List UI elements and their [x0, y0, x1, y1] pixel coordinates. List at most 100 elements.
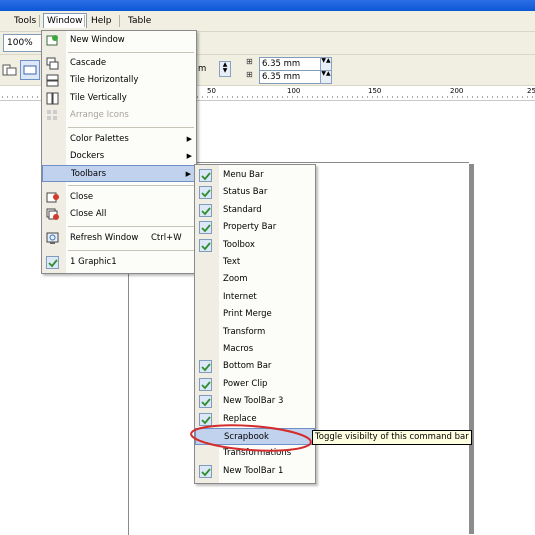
- menu-item-label: Text: [223, 257, 241, 267]
- menu-item-label: Arrange Icons: [70, 110, 129, 120]
- toolbar-item-transform[interactable]: Transform: [195, 324, 315, 341]
- ruler-tick-label: 50: [207, 87, 216, 95]
- window-menu: New Window Cascade Tile Horizontally Til…: [41, 30, 197, 274]
- toolbar-item-macros[interactable]: Macros: [195, 341, 315, 358]
- check-icon: [46, 256, 59, 269]
- menu-tools[interactable]: Tools: [11, 14, 39, 28]
- toolbar-item-property-bar[interactable]: Property Bar: [195, 219, 315, 236]
- toolbar-item-bottom-bar[interactable]: Bottom Bar: [195, 358, 315, 375]
- toolbar-item-menu-bar[interactable]: Menu Bar: [195, 167, 315, 184]
- ruler-tick-label: 200: [450, 87, 464, 95]
- check-icon: [199, 395, 212, 409]
- check-icon: [199, 221, 212, 235]
- x-spinner-icon[interactable]: ▼▲: [320, 57, 332, 71]
- arrange-icons-icon: [46, 109, 59, 122]
- menu-separator: [68, 226, 194, 227]
- toolbar-item-toolbox[interactable]: Toolbox: [195, 237, 315, 254]
- menu-item-label: Status Bar: [223, 187, 268, 198]
- menu-separator: [119, 15, 120, 27]
- nudge-x-icon: ⊞: [246, 57, 253, 66]
- menu-item-label: Tile Horizontally: [70, 75, 139, 85]
- tile-vertical-icon: [46, 92, 59, 105]
- check-icon: [199, 203, 212, 217]
- unit-partial-label: m: [198, 64, 207, 74]
- nudge-y-icon: ⊞: [246, 70, 253, 79]
- menu-separator: [84, 15, 85, 27]
- menu-item-label: Refresh Window: [70, 233, 139, 243]
- menu-item-label: New ToolBar 3: [223, 396, 284, 407]
- zoom-level-field[interactable]: 100%: [3, 34, 44, 52]
- title-bar: [0, 0, 535, 11]
- landscape-icon[interactable]: [20, 60, 40, 80]
- menu-item-label: Standard: [223, 204, 262, 215]
- check-icon: [199, 238, 212, 252]
- ruler-tick-label: 25: [527, 87, 535, 95]
- toolbar-item-status-bar[interactable]: Status Bar: [195, 184, 315, 201]
- menu-item-label: 1 Graphic1: [70, 257, 117, 267]
- menu-item-cascade[interactable]: Cascade: [42, 55, 196, 72]
- menu-item-arrange-icons: Arrange Icons: [42, 107, 196, 124]
- menu-item-label: Toolbox: [223, 239, 255, 250]
- menu-item-dockers[interactable]: Dockers ▶: [42, 148, 196, 165]
- toolbar-item-zoom[interactable]: Zoom: [195, 271, 315, 288]
- menu-item-label: Transform: [223, 326, 266, 337]
- duplicate-x-field[interactable]: 6.35 mm: [259, 57, 321, 71]
- ruler-tick-label: 100: [287, 87, 301, 95]
- menu-item-close[interactable]: Close: [42, 189, 196, 206]
- menu-item-toolbars[interactable]: Toolbars ▶: [42, 165, 196, 182]
- spinner-icon[interactable]: ▲ ▼: [219, 61, 231, 77]
- duplicate-y-field[interactable]: 6.35 mm: [259, 70, 321, 84]
- check-icon: [199, 169, 212, 182]
- menu-item-shortcut: Ctrl+W: [151, 233, 182, 243]
- check-icon: [199, 186, 212, 200]
- menu-item-label: Color Palettes: [70, 134, 129, 144]
- menu-item-label: Toolbars: [71, 169, 107, 179]
- menu-item-tile-vertically[interactable]: Tile Vertically: [42, 90, 196, 107]
- toolbar-item-new-toolbar-3[interactable]: New ToolBar 3: [195, 393, 315, 410]
- menu-separator: [68, 52, 194, 53]
- menu-item-graphic1[interactable]: 1 Graphic1: [42, 254, 196, 271]
- menu-item-color-palettes[interactable]: Color Palettes ▶: [42, 131, 196, 148]
- menu-item-label: Zoom: [223, 274, 248, 285]
- submenu-arrow-icon: ▶: [185, 170, 191, 178]
- menu-separator: [39, 15, 40, 27]
- menu-separator: [68, 127, 194, 128]
- page-shadow: [469, 164, 474, 534]
- menu-item-label: Menu Bar: [223, 170, 264, 180]
- y-spinner-icon[interactable]: ▼▲: [320, 70, 332, 84]
- toolbar-item-internet[interactable]: Internet: [195, 289, 315, 306]
- menu-item-label: Close: [70, 192, 94, 202]
- menu-item-label: Dockers: [70, 151, 105, 161]
- menu-item-label: Property Bar: [223, 222, 277, 233]
- menu-item-tile-horizontally[interactable]: Tile Horizontally: [42, 72, 196, 89]
- close-doc-icon: [46, 191, 59, 204]
- toolbar-item-print-merge[interactable]: Print Merge: [195, 306, 315, 323]
- submenu-arrow-icon: ▶: [186, 135, 192, 143]
- refresh-icon: [46, 232, 59, 245]
- check-icon: [199, 464, 212, 478]
- new-window-icon: [46, 34, 59, 47]
- menu-bar: Tools Window Help Table: [0, 11, 535, 32]
- menu-item-label: Bottom Bar: [223, 361, 272, 372]
- tile-horizontal-icon: [46, 74, 59, 87]
- menu-item-refresh-window[interactable]: Refresh Window Ctrl+W: [42, 230, 196, 247]
- menu-table[interactable]: Table: [125, 14, 154, 28]
- toolbar-item-power-clip[interactable]: Power Clip: [195, 376, 315, 393]
- menu-item-new-window[interactable]: New Window: [42, 32, 196, 49]
- toolbar-item-standard[interactable]: Standard: [195, 202, 315, 219]
- toolbar-item-text[interactable]: Text: [195, 254, 315, 271]
- menu-item-close-all[interactable]: Close All: [42, 206, 196, 223]
- menu-item-label: Cascade: [70, 58, 107, 68]
- check-icon: [199, 360, 212, 374]
- close-all-icon: [46, 208, 59, 221]
- menu-separator: [68, 185, 194, 186]
- menu-window[interactable]: Window: [43, 13, 87, 28]
- menu-item-label: Macros: [223, 344, 254, 354]
- check-icon: [199, 377, 212, 391]
- toolbar-item-new-toolbar-1[interactable]: New ToolBar 1: [195, 463, 315, 480]
- menu-help[interactable]: Help: [88, 14, 115, 28]
- submenu-arrow-icon: ▶: [186, 152, 192, 160]
- portrait-icon[interactable]: [1, 61, 19, 79]
- tooltip: Toggle visibilty of this command bar: [312, 430, 472, 445]
- menu-item-label: Tile Vertically: [70, 93, 127, 103]
